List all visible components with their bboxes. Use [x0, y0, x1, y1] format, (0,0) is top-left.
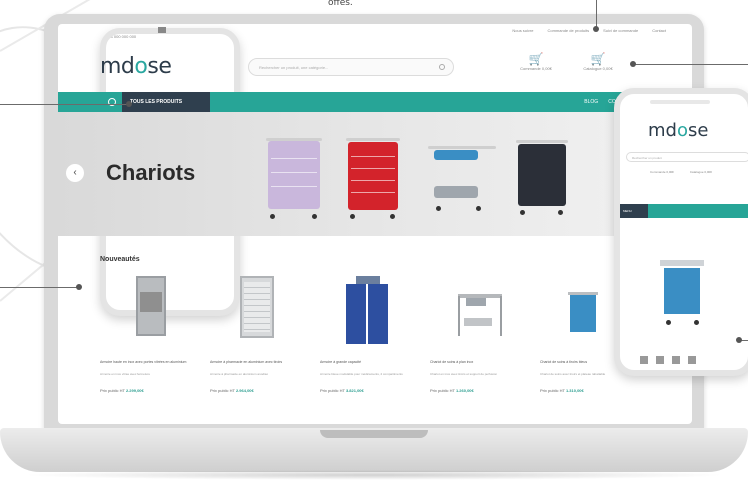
callout-dot: [593, 26, 599, 32]
phone-logo[interactable]: mdose: [648, 120, 708, 141]
cart-icon: 🛒: [528, 52, 544, 66]
phone-header-icons: Commande 0,00€ Catalogue 0,00€: [650, 170, 712, 174]
phone-thumb[interactable]: [672, 356, 680, 364]
section-title-new: Nouveautés: [100, 256, 140, 263]
search-icon[interactable]: [439, 64, 445, 70]
site-logo[interactable]: mdose: [100, 54, 172, 79]
topbar-link[interactable]: Contact: [652, 28, 666, 33]
topbar-link[interactable]: Commande de produits: [547, 28, 589, 33]
cart-image-lilac: [266, 138, 322, 220]
phone-thumb[interactable]: [640, 356, 648, 364]
search-input[interactable]: Rechercher un produit, une catégorie...: [248, 58, 454, 76]
product-price: Prix public HT 2.964,00€: [210, 388, 254, 393]
phone-thumb[interactable]: [688, 356, 696, 364]
product-name[interactable]: Armoire à grande capacité: [320, 360, 420, 365]
product-price: Prix public HT 1.310,00€: [540, 388, 584, 393]
hero-title: Chariots: [106, 160, 196, 185]
phone-cart-image: [660, 260, 708, 330]
cart-icon: 🛒: [590, 52, 606, 66]
product-desc: Chariot en inox avec tiroirs et support …: [430, 372, 498, 376]
callout-dot: [736, 337, 742, 343]
all-products-button[interactable]: TOUS LES PRODUITS: [122, 92, 210, 112]
phone-search-input[interactable]: Rechercher un produit: [626, 152, 748, 162]
topbar-links: Nous suivre Commande de produits Suivi d…: [512, 28, 666, 33]
order-button[interactable]: 🛒 Commande 0,00€: [516, 52, 556, 71]
phone-order-label[interactable]: Commande 0,00€: [650, 170, 674, 174]
laptop-notch: [320, 430, 428, 438]
product-price: Prix public HT 1.260,00€: [430, 388, 474, 393]
site-header: mdose Rechercher un produit, une catégor…: [58, 38, 692, 90]
product-name[interactable]: Chariot de soins à plan inox: [430, 360, 530, 365]
order-label: Commande 0,00€: [520, 66, 552, 71]
phone-menu-button[interactable]: MENU: [620, 204, 648, 218]
topbar-link[interactable]: Nous suivre: [512, 28, 533, 33]
flag-icon[interactable]: [158, 27, 166, 33]
search-placeholder: Rechercher un produit, une catégorie...: [259, 65, 329, 70]
callout-dot: [630, 61, 636, 67]
product-image[interactable]: [210, 274, 310, 354]
product-price: Prix public HT 3.821,00€: [320, 388, 364, 393]
product-desc: Armoire bleue modulable pour médicaments…: [320, 372, 403, 376]
cart-image-black: [516, 140, 568, 218]
phone-thumbnails: [640, 356, 696, 364]
prev-slide-button[interactable]: ‹: [66, 164, 84, 182]
product-image[interactable]: [430, 274, 530, 354]
callout-line: [634, 64, 748, 65]
callout-line: [0, 287, 78, 288]
phone-thumb[interactable]: [656, 356, 664, 364]
catalogue-button[interactable]: 🛒 Catalogue 0,00€: [578, 52, 618, 71]
laptop-screen: +33 000 000 000 Nous suivre Commande de …: [58, 24, 692, 424]
cart-image-red: [346, 130, 400, 222]
product-image[interactable]: [100, 274, 200, 354]
callout-dot: [126, 101, 132, 107]
product-price: Prix public HT 2.299,00€: [100, 388, 144, 393]
callout-line: [596, 0, 597, 28]
product-image[interactable]: [320, 274, 420, 354]
hero-banner: ‹ Chariots: [58, 112, 692, 236]
nav-link-blog[interactable]: BLOG: [584, 99, 598, 105]
catalogue-label: Catalogue 0,00€: [583, 66, 613, 71]
callout-dot: [76, 284, 82, 290]
product-desc: Armoire en inox vitrée avec fermeture: [100, 372, 151, 376]
cart-image-blue: [428, 146, 496, 212]
laptop-shadow: [20, 470, 728, 480]
product-desc: Armoire à pharmacie en aluminium anodisé: [210, 372, 268, 376]
phone-catalogue-label[interactable]: Catalogue 0,00€: [690, 170, 712, 174]
background-line: [0, 261, 47, 302]
topbar-link[interactable]: Suivi de commande: [603, 28, 638, 33]
product-name[interactable]: Armoire haute en inox avec portes vitrée…: [100, 360, 200, 365]
callout-line: [0, 104, 128, 105]
mobile-phone: mdose Rechercher un produit Commande 0,0…: [614, 88, 748, 376]
product-name[interactable]: Armoire à pharmacie en aluminium avec ti…: [210, 360, 310, 365]
top-caption: offes.: [328, 0, 353, 8]
main-navbar: TOUS LES PRODUITS BLOG CONTACT: [58, 92, 692, 112]
phone-navbar: MENU: [620, 204, 748, 218]
